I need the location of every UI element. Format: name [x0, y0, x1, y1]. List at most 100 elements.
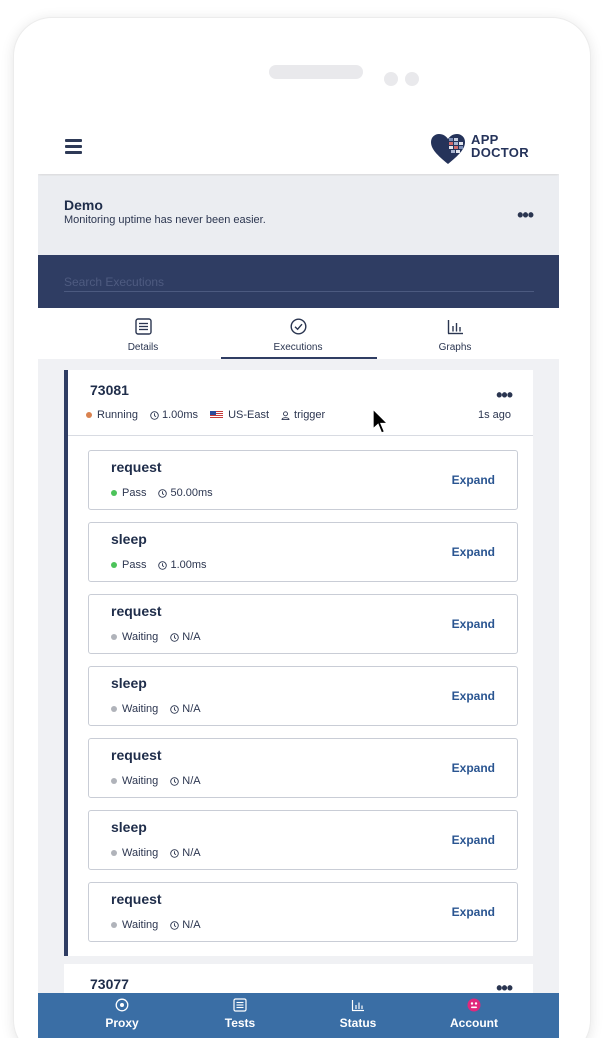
list-icon: [233, 998, 247, 1012]
step-status: Pass: [111, 487, 146, 499]
execution-duration: 1.00ms: [150, 409, 198, 421]
step-duration: 50.00ms: [158, 487, 213, 499]
step-status: Pass: [111, 559, 146, 571]
clock-icon: [150, 410, 159, 420]
expand-button[interactable]: Expand: [452, 833, 495, 847]
search-executions-input[interactable]: [64, 272, 534, 292]
step-status-label: Waiting: [122, 631, 159, 643]
step-row[interactable]: request Pass 50.00ms Expand: [88, 450, 518, 510]
step-status-label: Pass: [122, 559, 147, 571]
step-name: request: [111, 603, 162, 619]
step-name: request: [111, 459, 162, 475]
step-duration: N/A: [170, 703, 201, 715]
divider: [68, 435, 533, 436]
nav-tests[interactable]: Tests: [180, 993, 300, 1038]
step-meta: Waiting N/A: [111, 703, 213, 715]
tab-graphs-label: Graphs: [438, 342, 472, 353]
expand-button[interactable]: Expand: [452, 905, 495, 919]
status-dot-icon: [86, 412, 92, 418]
execution-trigger-value: trigger: [294, 409, 326, 421]
step-row[interactable]: sleep Pass 1.00ms Expand: [88, 522, 518, 582]
step-row[interactable]: request Waiting N/A Expand: [88, 738, 518, 798]
phone-sensor: [405, 72, 419, 86]
step-duration: 1.00ms: [158, 559, 207, 571]
clock-icon: [170, 632, 180, 642]
list-icon: [134, 318, 152, 335]
step-duration-value: N/A: [182, 631, 201, 643]
tab-graphs[interactable]: Graphs: [380, 308, 530, 359]
step-duration-value: N/A: [182, 775, 201, 787]
execution-id: 73081: [90, 382, 129, 398]
tab-details[interactable]: Details: [68, 308, 218, 359]
app-screen: APP DOCTOR Demo Monitoring uptime has ne…: [38, 122, 559, 1038]
status-dot-icon: [111, 490, 117, 496]
bar-chart-icon: [447, 320, 463, 335]
phone-speaker: [269, 65, 363, 79]
execution-region-value: US-East: [228, 409, 270, 421]
bar-chart-icon: [351, 1000, 364, 1012]
hamburger-menu-icon[interactable]: [65, 139, 82, 154]
step-status: Waiting: [111, 703, 158, 715]
step-row[interactable]: sleep Waiting N/A Expand: [88, 666, 518, 726]
status-dot-icon: [111, 634, 117, 640]
execution-duration-value: 1.00ms: [161, 409, 199, 421]
target-icon: [115, 998, 129, 1012]
step-status: Waiting: [111, 847, 158, 859]
organization-bar: Demo Monitoring uptime has never been ea…: [38, 176, 559, 256]
nav-account-label: Account: [450, 1016, 498, 1030]
step-duration: N/A: [170, 631, 201, 643]
clock-icon: [170, 776, 180, 786]
execution-trigger: trigger: [281, 409, 325, 421]
nav-status-label: Status: [339, 1016, 377, 1030]
execution-card[interactable]: 73081 ••• Running 1.00ms US-East trigger…: [64, 370, 533, 956]
app-doctor-logo: APP DOCTOR: [429, 130, 539, 166]
step-meta: Waiting N/A: [111, 631, 213, 643]
step-name: request: [111, 747, 162, 763]
tab-executions[interactable]: Executions: [223, 308, 373, 359]
search-bar: [38, 255, 559, 308]
nav-tests-label: Tests: [224, 1016, 256, 1030]
execution-more-options-icon[interactable]: •••: [496, 386, 513, 404]
expand-button[interactable]: Expand: [452, 473, 495, 487]
step-duration: N/A: [170, 847, 201, 859]
step-name: request: [111, 891, 162, 907]
step-meta: Pass 50.00ms: [111, 487, 225, 499]
status-dot-icon: [111, 706, 117, 712]
org-more-options-icon[interactable]: •••: [517, 206, 534, 224]
expand-button[interactable]: Expand: [452, 689, 495, 703]
step-meta: Waiting N/A: [111, 847, 213, 859]
step-meta: Waiting N/A: [111, 775, 213, 787]
nav-status[interactable]: Status: [298, 993, 418, 1038]
status-dot-icon: [111, 562, 117, 568]
step-status-label: Waiting: [122, 703, 159, 715]
bottom-navigation: Proxy Tests Status Account: [38, 993, 559, 1038]
execution-region: US-East: [210, 409, 269, 421]
step-status-label: Pass: [122, 487, 147, 499]
step-duration-value: 1.00ms: [170, 559, 207, 571]
execution-more-options-icon[interactable]: •••: [496, 979, 513, 997]
expand-button[interactable]: Expand: [452, 761, 495, 775]
step-duration-value: N/A: [182, 703, 201, 715]
status-dot-icon: [111, 922, 117, 928]
execution-status-label: Running: [97, 409, 138, 421]
logo-line-2: DOCTOR: [471, 145, 529, 160]
step-duration-value: N/A: [182, 847, 201, 859]
expand-button[interactable]: Expand: [452, 545, 495, 559]
step-row[interactable]: request Waiting N/A Expand: [88, 594, 518, 654]
step-row[interactable]: request Waiting N/A Expand: [88, 882, 518, 942]
execution-time-ago: 1s ago: [477, 409, 511, 421]
tab-executions-label: Executions: [273, 342, 323, 353]
step-duration: N/A: [170, 919, 201, 931]
nav-account[interactable]: Account: [414, 993, 534, 1038]
expand-button[interactable]: Expand: [452, 617, 495, 631]
mouse-pointer-icon: [372, 408, 390, 434]
nav-proxy[interactable]: Proxy: [62, 993, 182, 1038]
step-status-label: Waiting: [122, 775, 159, 787]
execution-meta: Running 1.00ms US-East trigger: [86, 409, 337, 421]
step-name: sleep: [111, 819, 147, 835]
check-circle-icon: [289, 318, 307, 335]
status-dot-icon: [111, 778, 117, 784]
step-duration-value: N/A: [182, 919, 201, 931]
step-row[interactable]: sleep Waiting N/A Expand: [88, 810, 518, 870]
step-status: Waiting: [111, 631, 158, 643]
